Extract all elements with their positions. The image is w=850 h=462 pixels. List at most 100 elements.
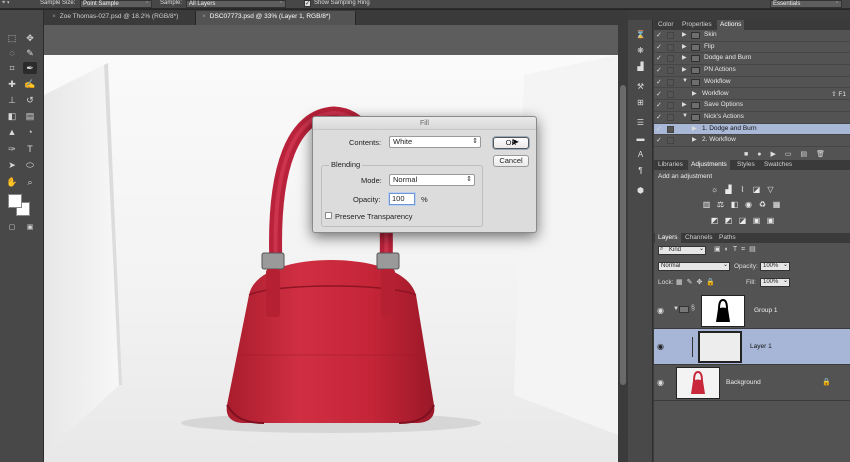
expand-triangle-icon[interactable]: ▶ (692, 90, 697, 97)
expand-triangle-icon[interactable]: ▶ (682, 101, 687, 108)
threshold-icon[interactable]: ◪ (738, 216, 747, 225)
blur-tool-icon[interactable]: ▲ (5, 126, 19, 138)
preserve-transparency-checkbox[interactable] (325, 212, 332, 219)
play-icon[interactable]: ▶ (770, 151, 784, 158)
toggle-dialog-box[interactable] (667, 137, 674, 145)
action-row[interactable]: ✓ ▶ 2. Workflow (654, 135, 850, 147)
type-tool-icon[interactable]: T (23, 143, 37, 155)
visibility-eye-icon[interactable]: ◉ (657, 306, 664, 315)
toggle-dialog-box[interactable] (667, 55, 674, 63)
gradient-map-icon[interactable]: ▣ (752, 216, 761, 225)
layer-opacity-field[interactable]: 100% (760, 262, 790, 271)
cancel-button[interactable]: Cancel (493, 155, 529, 167)
toggle-item-checkmark-icon[interactable]: ✓ (656, 32, 663, 39)
toggle-dialog-box[interactable] (667, 32, 674, 39)
move-tool-icon[interactable]: ✥ (23, 32, 37, 44)
screen-mode-icon[interactable]: ▣ (23, 222, 37, 234)
visibility-eye-icon[interactable]: ◉ (657, 378, 664, 387)
layer-1-thumbnail[interactable] (698, 331, 742, 363)
layer-fill-field[interactable]: 100% (760, 278, 790, 287)
brightness-icon[interactable]: ☼ (710, 185, 719, 194)
type-filter-icon[interactable]: T (733, 246, 741, 253)
history-brush-tool-icon[interactable]: ↺ (23, 94, 37, 106)
levels-icon[interactable]: ▟ (724, 185, 733, 194)
new-action-icon[interactable]: ▤ (800, 151, 816, 158)
clone-source-icon[interactable]: ⊞ (634, 98, 647, 108)
collapse-triangle-icon[interactable]: ▼ (682, 78, 688, 84)
hand-tool-icon[interactable]: ✋ (5, 176, 19, 188)
mask-link-icon[interactable]: § (691, 305, 695, 312)
black-white-icon[interactable]: ◧ (730, 200, 739, 209)
color-lookup-icon[interactable]: ▦ (772, 200, 781, 209)
tab-libraries[interactable]: Libraries (655, 160, 686, 170)
action-row[interactable]: ✓ ▶ Skin (654, 30, 850, 42)
background-thumbnail[interactable] (676, 367, 720, 399)
smart-object-filter-icon[interactable]: ▤ (749, 246, 760, 253)
lasso-tool-icon[interactable]: ◌ (5, 47, 19, 59)
toggle-item-checkmark-icon[interactable]: ✓ (656, 55, 663, 62)
sample-select[interactable]: All Layers (186, 0, 286, 8)
toggle-dialog-box[interactable] (667, 67, 674, 75)
layer-filter-select[interactable]: Kind (658, 246, 706, 255)
path-select-tool-icon[interactable]: ➤ (5, 159, 19, 171)
healing-brush-tool-icon[interactable]: ✚ (5, 78, 19, 90)
curves-icon[interactable]: ⌇ (738, 185, 747, 194)
tab-channels[interactable]: Channels (682, 233, 715, 243)
tab-actions[interactable]: Actions (717, 20, 745, 30)
action-row[interactable]: ✓ ▶ 1. Dodge and Burn (654, 123, 850, 136)
dodge-tool-icon[interactable]: ◔ (23, 126, 37, 138)
toggle-item-checkmark-icon[interactable]: ✓ (656, 126, 663, 133)
toggle-item-checkmark-icon[interactable]: ✓ (656, 137, 663, 144)
hue-saturation-icon[interactable]: ▥ (702, 200, 711, 209)
toggle-dialog-box[interactable] (667, 102, 674, 110)
adjust-panel-icon[interactable]: ☰ (634, 118, 647, 128)
tab-close-icon[interactable]: × (52, 13, 56, 20)
tab-adjustments[interactable]: Adjustments (688, 160, 730, 170)
brush-settings-icon[interactable]: ❋ (634, 46, 647, 56)
visibility-eye-icon[interactable]: ◉ (657, 342, 664, 351)
paragraph-panel-icon[interactable]: ¶ (634, 166, 647, 176)
eyedropper-tool-icon[interactable]: ✒ (23, 62, 37, 74)
collapse-triangle-icon[interactable]: ▼ (682, 113, 688, 119)
layer-row-layer-1[interactable]: ◉ Layer 1 (654, 329, 850, 365)
photo-filter-icon[interactable]: ◉ (744, 200, 753, 209)
opacity-input[interactable]: 100 (389, 193, 415, 205)
toggle-item-checkmark-icon[interactable]: ✓ (656, 67, 663, 74)
toggle-item-checkmark-icon[interactable]: ✓ (656, 91, 663, 98)
lock-image-icon[interactable]: ✎ (687, 279, 697, 286)
3d-panel-icon[interactable]: ⬢ (634, 186, 647, 196)
zoom-tool-icon[interactable]: ⌕ (23, 176, 37, 188)
doc-tab-zoe-thomas[interactable]: × Zoe Thomas-027.psd @ 18.2% (RGB/8*) (46, 11, 196, 25)
sample-size-select[interactable]: Point Sample (80, 0, 152, 8)
histogram-icon[interactable]: ▟ (634, 62, 647, 72)
show-sampling-ring-checkbox[interactable]: ✓ (304, 0, 311, 7)
contents-select[interactable]: White (389, 136, 481, 148)
toggle-dialog-box[interactable] (667, 125, 674, 133)
toggle-dialog-box[interactable] (667, 43, 674, 51)
workspace-select[interactable]: Essentials (770, 0, 842, 8)
expand-triangle-icon[interactable]: ▶ (682, 43, 687, 50)
quick-select-tool-icon[interactable]: ✎ (23, 47, 37, 59)
layer-row-background[interactable]: ◉ Background 🔒 (654, 365, 850, 401)
brush-tool-icon[interactable]: ✍ (23, 78, 37, 90)
lock-pixels-icon[interactable]: ▦ (676, 279, 687, 286)
color-balance-icon[interactable]: ⚖ (716, 200, 725, 209)
action-row[interactable]: ✓ ▼ Nick's Actions (654, 112, 850, 124)
vibrance-icon[interactable]: ▽ (766, 185, 775, 194)
tab-layers[interactable]: Layers (655, 233, 681, 243)
tab-paths[interactable]: Paths (716, 233, 739, 243)
expand-triangle-icon[interactable]: ▶ (682, 31, 687, 38)
toggle-item-checkmark-icon[interactable]: ✓ (656, 114, 663, 121)
crop-tool-icon[interactable]: ⌗ (5, 62, 19, 74)
toggle-item-checkmark-icon[interactable]: ✓ (656, 102, 663, 109)
tab-styles[interactable]: Styles (734, 160, 758, 170)
clone-stamp-tool-icon[interactable]: ⊥ (5, 94, 19, 106)
toggle-item-checkmark-icon[interactable]: ✓ (656, 44, 663, 51)
new-set-icon[interactable]: ▭ (785, 151, 801, 158)
quick-mask-icon[interactable]: ▢ (5, 222, 19, 234)
foreground-color-swatch[interactable] (8, 194, 22, 208)
action-row[interactable]: ✓ ▶ Save Options (654, 100, 850, 112)
action-row[interactable]: ✓ ▶ Workflow ⇧ F1 (654, 89, 850, 101)
toggle-dialog-box[interactable] (667, 90, 674, 98)
exposure-icon[interactable]: ◪ (752, 185, 761, 194)
